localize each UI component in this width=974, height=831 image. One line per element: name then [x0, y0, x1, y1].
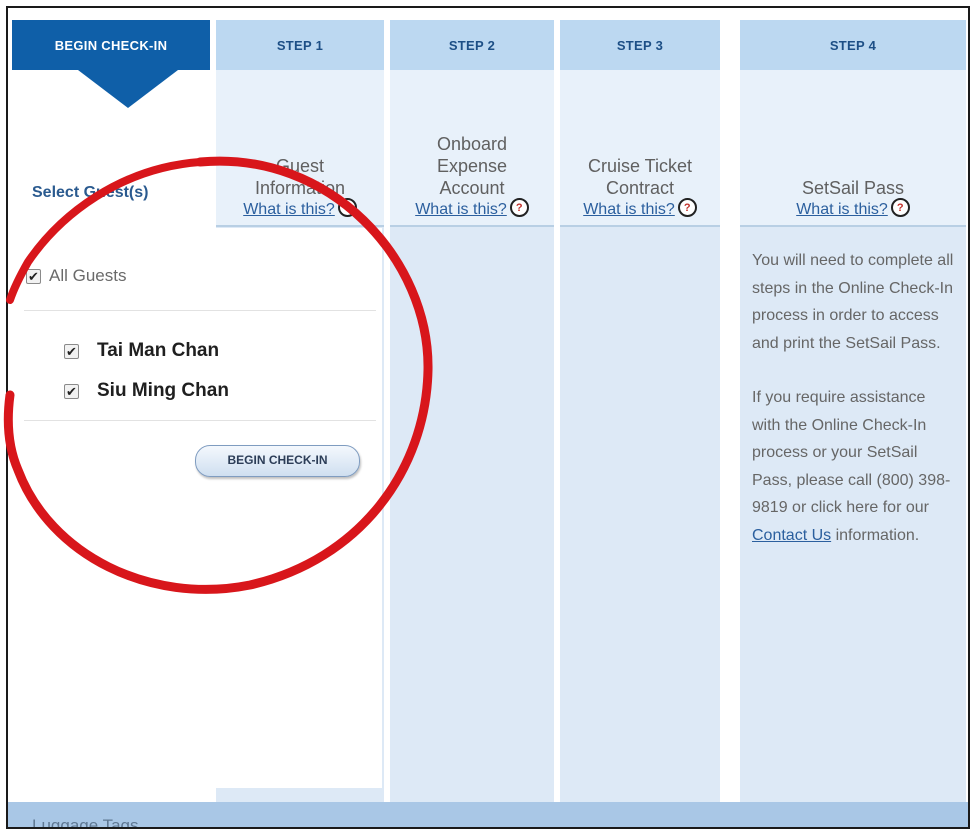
step-3-what-is-this-link[interactable]: What is this?: [583, 201, 675, 219]
info-paragraph-2: If you require assistance with the Onlin…: [752, 384, 956, 549]
step-1-title-line: Guest: [275, 156, 324, 176]
tab-step-1[interactable]: STEP 1: [216, 20, 384, 70]
step-4-column: SetSail Pass What is this? ? You will ne…: [740, 70, 966, 805]
guest-selection-panel: [8, 228, 382, 788]
step-1-what-is-this-link[interactable]: What is this?: [243, 201, 335, 219]
guest-checkbox[interactable]: ✔: [64, 383, 79, 399]
step-2-title: Onboard Expense Account: [437, 133, 507, 199]
info-paragraph-2-text: If you require assistance with the Onlin…: [752, 389, 951, 516]
step-4-body: You will need to complete all steps in t…: [740, 227, 966, 805]
guest-option[interactable]: ✔ Siu Ming Chan: [64, 380, 229, 402]
luggage-tags-label: Luggage Tags: [32, 816, 139, 829]
question-bubble-icon[interactable]: ?: [509, 198, 529, 217]
tab-step-3[interactable]: STEP 3: [560, 20, 720, 70]
step-2-title-line: Expense: [436, 156, 508, 176]
question-bubble-icon[interactable]: ?: [890, 198, 910, 217]
step-3-title-line: Cruise Ticket: [587, 156, 693, 176]
step-4-title-line: SetSail Pass: [801, 178, 905, 198]
step-2-title-line: Account: [439, 178, 505, 198]
setsail-info-text: You will need to complete all steps in t…: [740, 227, 966, 549]
guest-name: Siu Ming Chan: [97, 380, 229, 401]
contact-us-link[interactable]: Contact Us: [752, 527, 831, 544]
step-2-header: Onboard Expense Account What is this? ?: [390, 70, 554, 227]
guest-option[interactable]: ✔ Tai Man Chan: [64, 340, 219, 362]
step-3-title: Cruise Ticket Contract: [588, 155, 692, 199]
checkin-frame: BEGIN CHECK-IN STEP 1 STEP 2 STEP 3 STEP…: [6, 6, 970, 829]
select-guests-label: Select Guest(s): [32, 184, 149, 201]
divider: [24, 310, 376, 311]
step-3-column: Cruise Ticket Contract What is this? ?: [560, 70, 720, 805]
step-1-title: Guest Information: [255, 155, 345, 199]
active-tab-pointer: [78, 70, 178, 108]
tab-begin-check-in[interactable]: BEGIN CHECK-IN: [12, 20, 210, 70]
step-4-what-is-this-link[interactable]: What is this?: [796, 201, 888, 219]
tab-step-4[interactable]: STEP 4: [740, 20, 966, 70]
question-bubble-icon[interactable]: ?: [677, 198, 697, 217]
question-bubble-icon[interactable]: ?: [337, 198, 357, 217]
step-2-what-is-this-link[interactable]: What is this?: [415, 201, 507, 219]
step-4-title: SetSail Pass: [802, 177, 904, 199]
step-1-header: Guest Information What is this? ?: [216, 70, 384, 227]
all-guests-option[interactable]: ✔ All Guests: [26, 266, 126, 286]
begin-check-in-button[interactable]: BEGIN CHECK-IN: [195, 445, 360, 477]
step-2-title-line: Onboard: [436, 134, 508, 154]
info-paragraph-1: You will need to complete all steps in t…: [752, 252, 954, 352]
all-guests-checkbox[interactable]: ✔: [26, 268, 41, 284]
all-guests-label: All Guests: [49, 266, 127, 285]
tab-step-2[interactable]: STEP 2: [390, 20, 554, 70]
step-2-column: Onboard Expense Account What is this? ?: [390, 70, 554, 805]
guest-name: Tai Man Chan: [97, 340, 220, 361]
luggage-tags-bar[interactable]: Luggage Tags: [8, 802, 968, 829]
step-3-header: Cruise Ticket Contract What is this? ?: [560, 70, 720, 227]
step-4-header: SetSail Pass What is this? ?: [740, 70, 966, 227]
guest-checkbox[interactable]: ✔: [64, 343, 79, 359]
step-3-title-line: Contract: [605, 178, 675, 198]
step-1-title-line: Information: [254, 178, 346, 198]
divider: [24, 420, 376, 421]
info-paragraph-2-suffix: information.: [835, 526, 920, 544]
